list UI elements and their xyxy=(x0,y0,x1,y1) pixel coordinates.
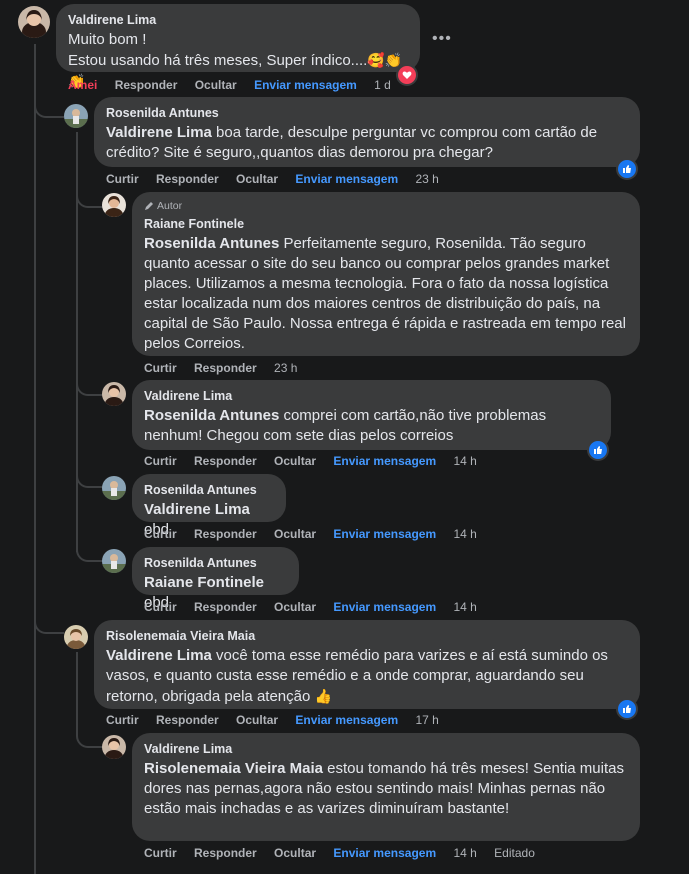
send-message-button[interactable]: Enviar mensagem xyxy=(333,846,436,860)
thread-connector xyxy=(76,470,104,488)
reply-button[interactable]: Responder xyxy=(194,454,257,468)
comment-author[interactable]: Rosenilda Antunes xyxy=(144,482,274,498)
pencil-icon xyxy=(145,202,153,210)
send-message-button[interactable]: Enviar mensagem xyxy=(295,172,398,186)
avatar[interactable] xyxy=(102,476,126,500)
avatar[interactable] xyxy=(102,193,126,217)
comment-text: Risolenemaia Vieira Maia estou tomando h… xyxy=(144,760,624,817)
hide-button[interactable]: Ocultar xyxy=(274,600,316,614)
comment-actions: Curtir Responder Ocultar Enviar mensagem… xyxy=(144,527,491,541)
comment-author[interactable]: Raiane Fontinele xyxy=(144,216,628,232)
avatar[interactable] xyxy=(18,6,50,38)
mention-link[interactable]: Valdirene Lima xyxy=(144,501,250,518)
avatar[interactable] xyxy=(64,625,88,649)
comment-actions: Curtir Responder 23 h xyxy=(144,361,311,375)
send-message-button[interactable]: Enviar mensagem xyxy=(254,78,357,92)
thread-connector xyxy=(76,378,104,396)
comment-actions: Curtir Responder Ocultar Enviar mensagem… xyxy=(144,600,491,614)
comment-actions: Curtir Responder Ocultar Enviar mensagem… xyxy=(106,172,453,186)
comment-text: Rosenilda Antunes Perfeitamente seguro, … xyxy=(144,235,626,352)
timestamp[interactable]: 14 h xyxy=(453,527,476,541)
edited-label: Editado xyxy=(494,846,535,860)
like-button[interactable]: Curtir xyxy=(144,600,177,614)
hide-button[interactable]: Ocultar xyxy=(236,172,278,186)
comment-bubble: Valdirene Lima Muito bom ! Estou usando … xyxy=(56,4,420,89)
thread-line-reply xyxy=(76,652,78,728)
comment-bubble: Rosenilda Antunes Raiane Fontinele obd xyxy=(132,547,299,611)
comment-bubble: Autor Raiane Fontinele Rosenilda Antunes… xyxy=(132,192,640,356)
mention-link[interactable]: Valdirene Lima xyxy=(106,647,212,664)
timestamp[interactable]: 14 h xyxy=(453,454,476,468)
send-message-button[interactable]: Enviar mensagem xyxy=(333,454,436,468)
hide-button[interactable]: Ocultar xyxy=(195,78,237,92)
comment-actions: Amei Responder Ocultar Enviar mensagem 1… xyxy=(68,78,405,92)
thread-connector xyxy=(34,96,64,118)
reply-button[interactable]: Responder xyxy=(194,846,257,860)
like-button[interactable]: Curtir xyxy=(144,527,177,541)
like-button[interactable]: Curtir xyxy=(144,454,177,468)
avatar[interactable] xyxy=(102,382,126,406)
comment-bubble: Rosenilda Antunes Valdirene Lima boa tar… xyxy=(94,97,640,167)
author-badge: Autor xyxy=(144,200,628,212)
comment-text: Valdirene Lima você toma esse remédio pa… xyxy=(106,647,608,705)
reply-button[interactable]: Responder xyxy=(156,172,219,186)
timestamp[interactable]: 1 d xyxy=(374,78,391,92)
avatar[interactable] xyxy=(102,549,126,573)
like-icon[interactable] xyxy=(618,160,636,178)
like-icon[interactable] xyxy=(589,441,607,459)
reply-button[interactable]: Responder xyxy=(194,361,257,375)
comment-actions: Curtir Responder Ocultar Enviar mensagem… xyxy=(144,454,491,468)
comment-author[interactable]: Rosenilda Antunes xyxy=(106,105,628,121)
mention-link[interactable]: Risolenemaia Vieira Maia xyxy=(144,760,323,777)
timestamp[interactable]: 14 h xyxy=(453,600,476,614)
send-message-button[interactable]: Enviar mensagem xyxy=(333,600,436,614)
mention-link[interactable]: Rosenilda Antunes xyxy=(144,235,279,252)
hide-button[interactable]: Ocultar xyxy=(236,713,278,727)
reply-button[interactable]: Responder xyxy=(115,78,178,92)
comment-author[interactable]: Rosenilda Antunes xyxy=(144,555,287,571)
thread-line-main xyxy=(34,44,36,874)
hide-button[interactable]: Ocultar xyxy=(274,527,316,541)
timestamp[interactable]: 23 h xyxy=(415,172,438,186)
thread-connector xyxy=(34,612,64,634)
thread-connector xyxy=(76,190,104,208)
mention-link[interactable]: Raiane Fontinele xyxy=(144,574,264,591)
like-button[interactable]: Curtir xyxy=(144,846,177,860)
comment-author[interactable]: Valdirene Lima xyxy=(144,741,628,757)
reply-button[interactable]: Responder xyxy=(194,600,257,614)
comment-author[interactable]: Valdirene Lima xyxy=(68,12,408,28)
thread-connector xyxy=(76,544,104,562)
like-button[interactable]: Curtir xyxy=(144,361,177,375)
comment-actions: Curtir Responder Ocultar Enviar mensagem… xyxy=(144,846,549,860)
send-message-button[interactable]: Enviar mensagem xyxy=(295,713,398,727)
react-button[interactable]: Amei xyxy=(68,78,97,92)
avatar[interactable] xyxy=(64,104,88,128)
like-button[interactable]: Curtir xyxy=(106,713,139,727)
timestamp[interactable]: 23 h xyxy=(274,361,297,375)
thread-connector xyxy=(76,726,104,748)
like-button[interactable]: Curtir xyxy=(106,172,139,186)
comment-text: Rosenilda Antunes comprei com cartão,não… xyxy=(144,407,547,444)
comment-bubble: Valdirene Lima Rosenilda Antunes comprei… xyxy=(132,380,611,450)
emoji: 👍 xyxy=(314,688,332,704)
hide-button[interactable]: Ocultar xyxy=(274,846,316,860)
like-icon[interactable] xyxy=(618,700,636,718)
mention-link[interactable]: Valdirene Lima xyxy=(106,124,212,141)
send-message-button[interactable]: Enviar mensagem xyxy=(333,527,436,541)
comment-author[interactable]: Valdirene Lima xyxy=(144,388,599,404)
comment-author[interactable]: Risolenemaia Vieira Maia xyxy=(106,628,628,644)
reply-button[interactable]: Responder xyxy=(194,527,257,541)
timestamp[interactable]: 14 h xyxy=(453,846,476,860)
hide-button[interactable]: Ocultar xyxy=(274,454,316,468)
more-options-icon[interactable]: ••• xyxy=(432,30,452,48)
reply-button[interactable]: Responder xyxy=(156,713,219,727)
mention-link[interactable]: Rosenilda Antunes xyxy=(144,407,279,424)
comment-bubble: Risolenemaia Vieira Maia Valdirene Lima … xyxy=(94,620,640,709)
comment-bubble: Valdirene Lima Risolenemaia Vieira Maia … xyxy=(132,733,640,841)
comment-actions: Curtir Responder Ocultar Enviar mensagem… xyxy=(106,713,453,727)
comment-text: Valdirene Lima boa tarde, desculpe pergu… xyxy=(106,124,598,161)
timestamp[interactable]: 17 h xyxy=(415,713,438,727)
avatar[interactable] xyxy=(102,735,126,759)
comment-bubble: Rosenilda Antunes Valdirene Lima obd xyxy=(132,474,286,538)
